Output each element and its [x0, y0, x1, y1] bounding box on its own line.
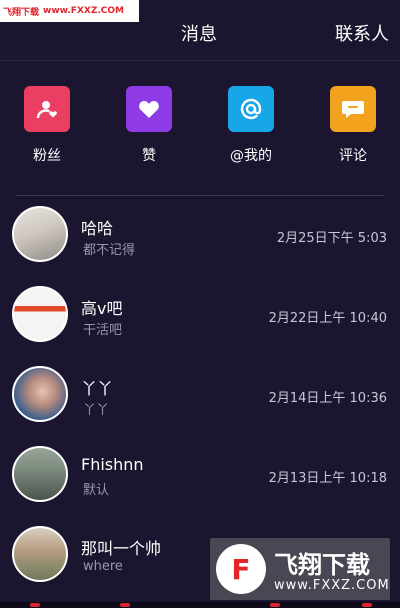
conversation-preview: 默认	[83, 483, 110, 498]
quick-action-label: @我的	[230, 148, 272, 164]
conversation-preview: 干活吧	[83, 323, 123, 338]
quick-action-likes[interactable]: 赞	[114, 86, 184, 165]
conversation-name: Fhishnn	[81, 455, 144, 474]
heart-icon	[126, 86, 172, 132]
section-divider	[16, 195, 384, 196]
conversation-preview: 都不记得	[83, 243, 136, 258]
quick-action-label: 赞	[142, 148, 156, 164]
conversation-name: 丫丫	[81, 379, 114, 398]
watermark-name: 飞翔下载	[274, 551, 370, 579]
comment-icon	[330, 86, 376, 132]
fans-icon	[24, 86, 70, 132]
conversation-time: 2月14日上午 10:36	[268, 391, 387, 406]
header: 消息 联系人	[0, 0, 400, 60]
quick-action-label: 评论	[339, 148, 367, 164]
quick-action-mentions[interactable]: @我的	[216, 86, 286, 165]
avatar[interactable]	[12, 526, 68, 582]
tab-messages[interactable]: 消息	[181, 20, 217, 46]
quick-actions: 粉丝 赞 @我的 评论	[0, 86, 400, 166]
quick-action-label: 粉丝	[33, 148, 61, 164]
avatar[interactable]	[12, 366, 68, 422]
at-icon	[228, 86, 274, 132]
quick-action-comments[interactable]: 评论	[318, 86, 388, 165]
watermark-logo-icon: F	[216, 544, 266, 594]
nav-indicator	[120, 603, 130, 607]
conversation-time: 2月13日上午 10:18	[268, 471, 387, 486]
conversation-time: 2月25日下午 5:03	[276, 231, 387, 246]
conversation-name: 高v吧	[81, 299, 123, 318]
conversation-row[interactable]: 高v吧 干活吧 2月22日上午 10:40	[0, 280, 400, 358]
nav-indicator	[362, 603, 372, 607]
nav-indicator	[30, 603, 40, 607]
conversation-name: 那叫一个帅	[81, 539, 162, 558]
quick-action-fans[interactable]: 粉丝	[12, 86, 82, 165]
conversation-name: 哈哈	[81, 219, 114, 238]
watermark-bottom: F 飞翔下载 www.FXXZ.COM	[210, 538, 390, 600]
avatar[interactable]	[12, 206, 68, 262]
tab-contacts[interactable]: 联系人	[335, 20, 389, 46]
nav-indicator	[270, 603, 280, 607]
conversation-row[interactable]: 哈哈 都不记得 2月25日下午 5:03	[0, 200, 400, 278]
bottom-nav-strip	[0, 602, 400, 608]
watermark-url: www.FXXZ.COM	[274, 578, 390, 593]
conversation-row[interactable]: 丫丫 丫丫 2月14日上午 10:36	[0, 360, 400, 438]
avatar[interactable]	[12, 286, 68, 342]
conversation-time: 2月22日上午 10:40	[268, 311, 387, 326]
avatar[interactable]	[12, 446, 68, 502]
conversation-row[interactable]: Fhishnn 默认 2月13日上午 10:18	[0, 440, 400, 518]
header-divider	[0, 60, 400, 61]
conversation-preview: 丫丫	[83, 403, 110, 418]
conversation-preview: where	[83, 559, 123, 574]
